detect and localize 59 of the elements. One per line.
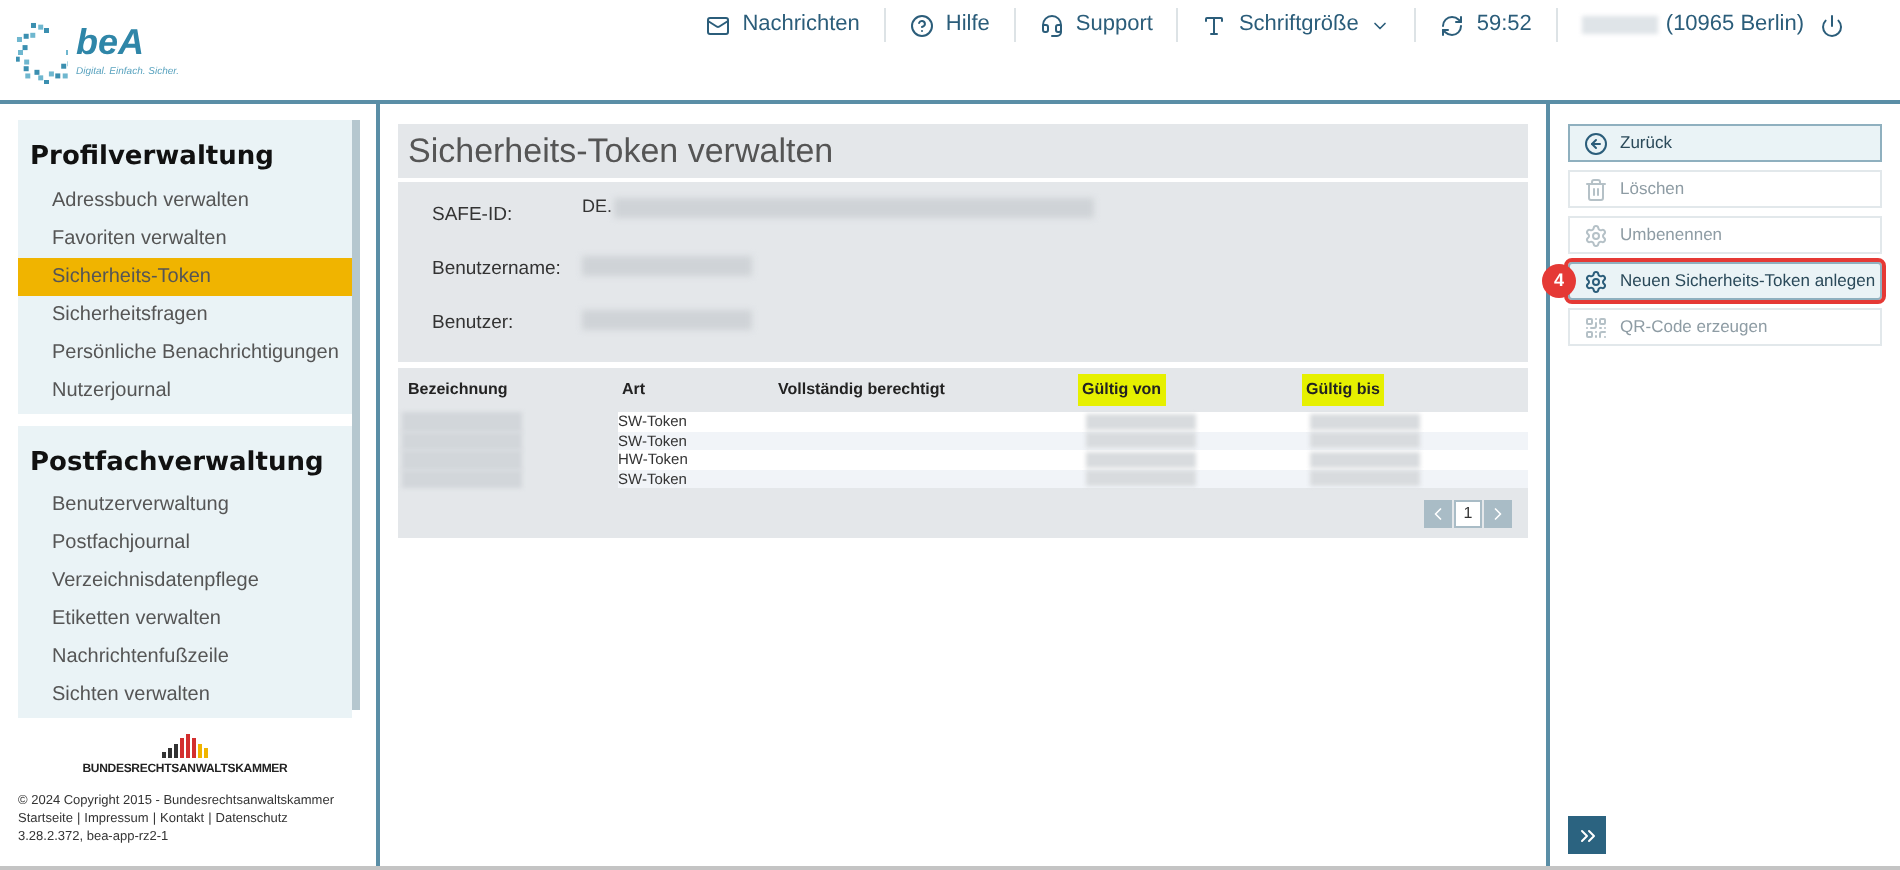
field-label: SAFE-ID: bbox=[430, 202, 515, 230]
column-header: Vollständig berechtigt bbox=[776, 378, 947, 402]
page-number[interactable]: 1 bbox=[1454, 500, 1482, 528]
redacted-cell bbox=[1086, 470, 1196, 487]
menu-item[interactable]: Postfachjournal bbox=[18, 524, 352, 562]
redacted-user-name bbox=[1581, 16, 1658, 34]
text-size-icon bbox=[1202, 13, 1227, 37]
bars-logo-icon bbox=[161, 734, 209, 758]
trash-icon bbox=[1584, 177, 1608, 201]
user-location: (10965 Berlin) bbox=[1665, 10, 1804, 41]
redacted-cell bbox=[1310, 413, 1420, 430]
menu-section-title: Postfachverwaltung bbox=[28, 445, 326, 481]
field-value: DE. bbox=[582, 194, 613, 220]
redacted-cell bbox=[1310, 432, 1420, 449]
menu-item[interactable]: Persönliche Benachrichtigungen bbox=[18, 333, 352, 371]
refresh-icon bbox=[1440, 13, 1465, 37]
menu-item[interactable]: Etiketten verwalten bbox=[18, 600, 352, 638]
previous-page-button[interactable] bbox=[1424, 500, 1452, 528]
redacted-cell bbox=[1310, 451, 1420, 468]
headset-icon bbox=[1039, 13, 1064, 37]
column-header: Gültig von bbox=[1078, 374, 1166, 406]
envelope-icon bbox=[706, 13, 731, 37]
redacted-cell bbox=[1086, 413, 1196, 430]
column-header: Bezeichnung bbox=[406, 378, 510, 402]
nav-link[interactable]: Hilfe bbox=[909, 8, 990, 42]
expand-button[interactable] bbox=[1568, 816, 1606, 854]
nav-link[interactable]: Support bbox=[1039, 8, 1153, 42]
menu-item[interactable]: Nachrichtenfußzeile bbox=[18, 638, 352, 676]
power-icon[interactable] bbox=[1820, 13, 1844, 37]
menu-item[interactable]: Nutzerjournal bbox=[18, 371, 352, 409]
page-title: Sicherheits-Token verwalten bbox=[408, 129, 834, 174]
field-label: Benutzername: bbox=[430, 256, 563, 284]
menu-item[interactable]: Sichten verwalten bbox=[18, 676, 352, 714]
logo-wordmark: beA bbox=[76, 23, 147, 59]
action-button[interactable]: Zurück bbox=[1568, 124, 1882, 162]
qr-code-icon bbox=[1584, 315, 1608, 339]
menu-item[interactable]: Favoriten verwalten bbox=[18, 219, 352, 257]
menu-item[interactable]: Sicherheits-Token bbox=[18, 257, 352, 295]
gear-icon bbox=[1584, 223, 1608, 247]
redacted-cell bbox=[1310, 470, 1420, 487]
callout-badge: 4 bbox=[1542, 264, 1576, 298]
next-page-button[interactable] bbox=[1484, 500, 1512, 528]
gear-icon bbox=[1584, 269, 1608, 293]
menu-item[interactable]: Benutzerverwaltung bbox=[18, 486, 352, 524]
menu-section-title: Profilverwaltung bbox=[28, 140, 276, 176]
menu-item[interactable]: Sicherheitsfragen bbox=[18, 295, 352, 333]
nav-link[interactable]: 59:52 bbox=[1440, 8, 1532, 42]
menu-item[interactable]: Verzeichnisdatenpflege bbox=[18, 562, 352, 600]
column-header: Art bbox=[620, 378, 648, 402]
help-icon bbox=[909, 13, 934, 37]
redacted-cell bbox=[1086, 432, 1196, 449]
field-label: Benutzer: bbox=[430, 310, 516, 338]
action-button[interactable]: Neuen Sicherheits-Token anlegen bbox=[1568, 262, 1882, 300]
redacted-cell bbox=[1086, 451, 1196, 468]
column-header: Gültig bis bbox=[1302, 374, 1384, 406]
nav-link[interactable]: Schriftgröße bbox=[1202, 8, 1391, 42]
menu-item[interactable]: Adressbuch verwalten bbox=[18, 181, 352, 219]
scrollbar[interactable] bbox=[352, 120, 360, 710]
nav-link[interactable]: Nachrichten bbox=[706, 8, 860, 42]
